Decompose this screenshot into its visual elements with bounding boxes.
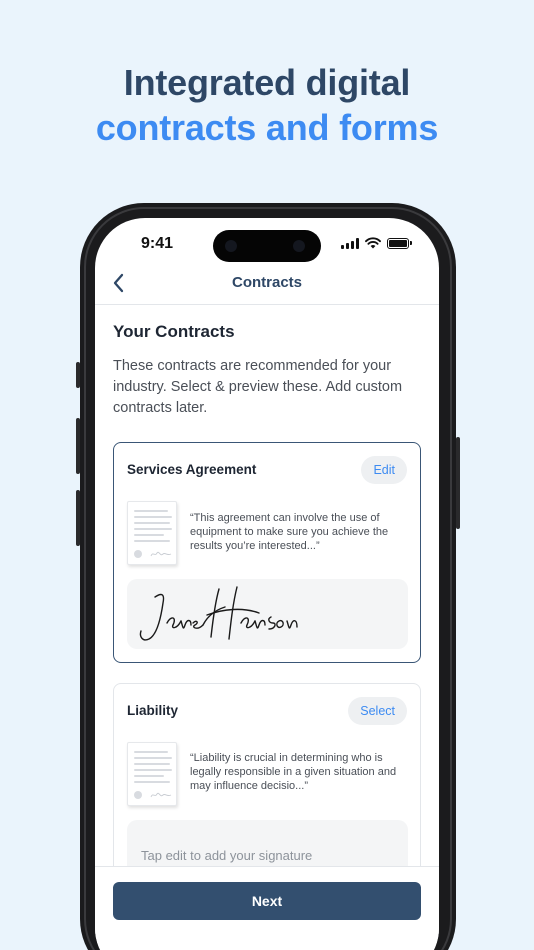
contract-card-services-agreement[interactable]: Services Agreement Edit “This agreement … xyxy=(113,442,421,663)
phone-volume-down-button xyxy=(76,490,80,546)
headline: Integrated digital contracts and forms xyxy=(0,60,534,150)
contract-preview-thumbnail[interactable] xyxy=(127,501,177,565)
contract-excerpt: “This agreement can involve the use of e… xyxy=(190,512,389,552)
wifi-icon xyxy=(365,237,381,249)
contract-excerpt: “Liability is crucial in determining who… xyxy=(190,752,397,792)
signature-image xyxy=(139,586,298,641)
status-icons xyxy=(341,237,412,249)
status-time: 9:41 xyxy=(141,235,174,252)
nav-title: Contracts xyxy=(231,274,302,291)
phone-silent-switch xyxy=(76,362,80,388)
section-title: Your Contracts xyxy=(113,322,235,341)
navbar: Contracts xyxy=(95,268,439,305)
cellular-signal-icon xyxy=(341,237,359,249)
signature-box[interactable] xyxy=(127,579,408,649)
footer-bar: Next xyxy=(95,866,439,950)
headline-line-2: contracts and forms xyxy=(95,107,439,148)
contract-title: Services Agreement xyxy=(127,462,257,477)
contracts-intro: Your Contracts These contracts are recom… xyxy=(113,322,421,419)
contract-preview-thumbnail[interactable] xyxy=(127,742,177,806)
contract-title: Liability xyxy=(127,703,179,718)
phone-volume-up-button xyxy=(76,418,80,474)
battery-icon xyxy=(387,237,412,249)
edit-button[interactable]: Edit xyxy=(361,456,407,484)
phone-screen: 9:41 Contracts Your Contracts These cont… xyxy=(95,218,439,950)
signature-placeholder: Tap edit to add your signature xyxy=(141,848,313,863)
camera-icon xyxy=(225,240,237,252)
dynamic-island xyxy=(213,230,321,262)
section-description: These contracts are recommended for your… xyxy=(113,358,403,416)
headline-line-1: Integrated digital xyxy=(123,62,411,103)
phone-power-button xyxy=(456,437,460,529)
select-button[interactable]: Select xyxy=(348,697,407,725)
next-button[interactable]: Next xyxy=(113,882,421,920)
sensor-icon xyxy=(293,240,305,252)
